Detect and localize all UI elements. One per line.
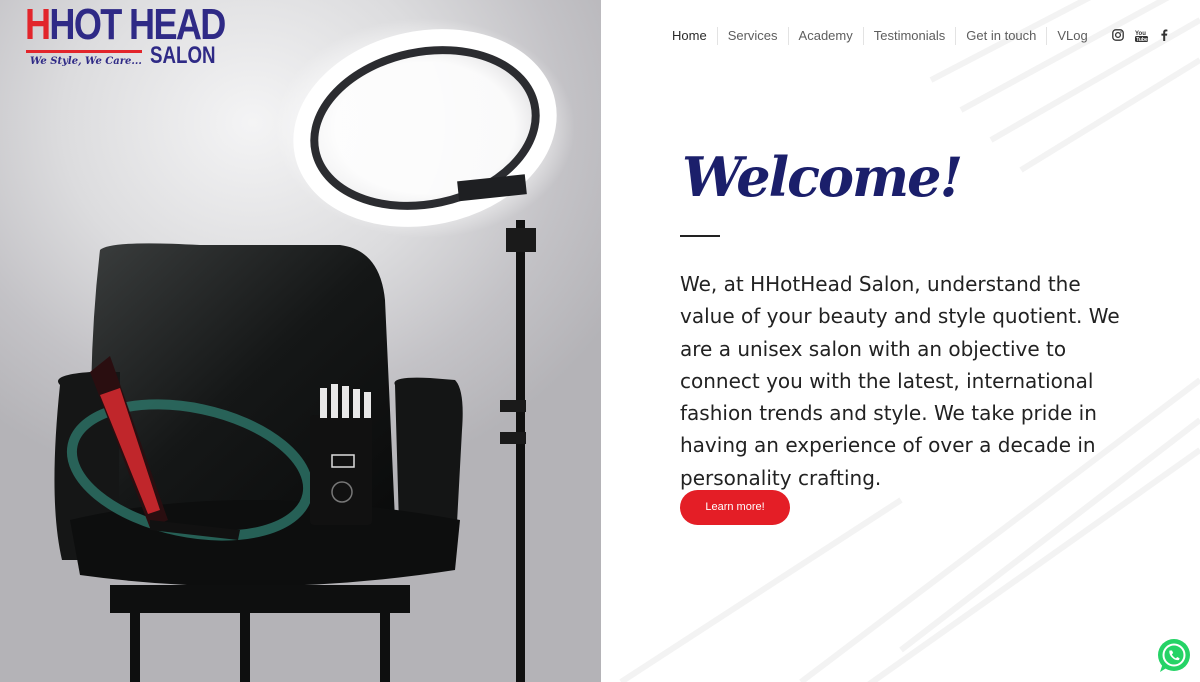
- heading-divider: [680, 235, 720, 237]
- svg-text:Tube: Tube: [1136, 36, 1148, 41]
- brand-logo[interactable]: HHOT HEAD SALON We Style, We Care...: [22, 2, 226, 74]
- whatsapp-icon[interactable]: [1156, 638, 1192, 674]
- nav-item-testimonials[interactable]: Testimonials: [862, 27, 956, 45]
- youtube-icon[interactable]: You Tube: [1134, 28, 1148, 42]
- logo-salon-text: SALON: [150, 42, 216, 69]
- learn-more-button[interactable]: Learn more!: [680, 490, 790, 525]
- logo-underline: [26, 50, 142, 53]
- nav-item-vlog[interactable]: VLog: [1046, 27, 1097, 45]
- nav-item-services[interactable]: Services: [716, 27, 788, 45]
- salon-chair-illustration: [54, 18, 575, 682]
- social-links: You Tube: [1111, 28, 1171, 42]
- facebook-icon[interactable]: [1157, 28, 1171, 42]
- welcome-heading: Welcome!: [682, 145, 963, 209]
- nav-item-get-in-touch[interactable]: Get in touch: [955, 27, 1046, 45]
- intro-paragraph: We, at HHotHead Salon, understand the va…: [680, 272, 1120, 490]
- logo-tagline: We Style, We Care...: [30, 56, 142, 67]
- nav-item-home[interactable]: Home: [662, 27, 717, 45]
- instagram-icon[interactable]: [1111, 28, 1125, 42]
- main-nav: Home Services Academy Testimonials Get i…: [662, 26, 1098, 46]
- scissor-pouch: [310, 415, 372, 525]
- nav-item-academy[interactable]: Academy: [787, 27, 863, 45]
- hero-photo: HHOT HEAD SALON We Style, We Care...: [0, 0, 601, 682]
